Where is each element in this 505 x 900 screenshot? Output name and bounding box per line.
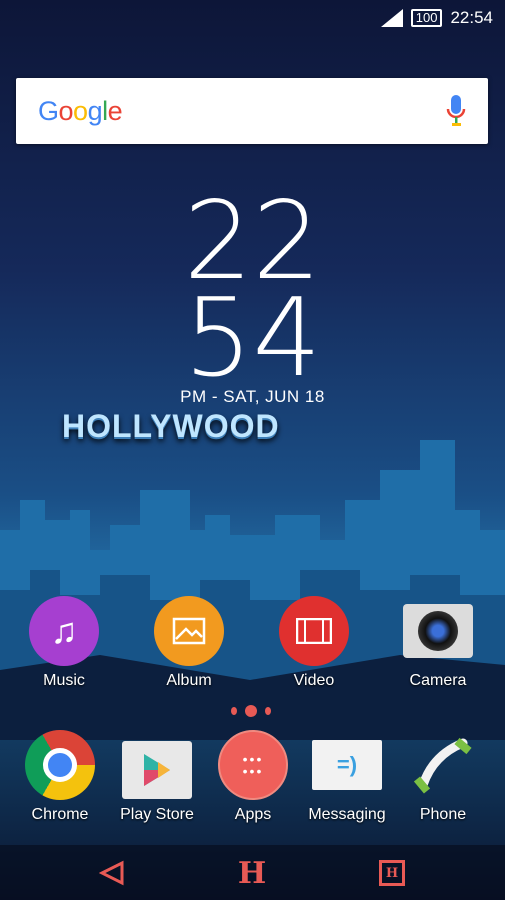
- dock-chrome[interactable]: Chrome: [10, 730, 110, 824]
- video-icon: [279, 596, 349, 666]
- navigation-bar: H H: [0, 845, 505, 900]
- app-label: Chrome: [31, 806, 89, 823]
- app-label: Play Store: [120, 806, 194, 823]
- camera-icon: [403, 596, 473, 666]
- app-album[interactable]: Album: [139, 596, 239, 690]
- recents-button[interactable]: H: [372, 855, 412, 891]
- city-skyline: [0, 440, 505, 740]
- status-time: 22:54: [450, 7, 493, 27]
- back-icon: [99, 860, 124, 886]
- dock-messaging[interactable]: =) Messaging: [297, 730, 397, 824]
- app-label: Apps: [234, 806, 272, 823]
- apps-icon: ••• •••: [218, 730, 288, 800]
- play-store-icon: [122, 730, 192, 800]
- recents-icon: H: [379, 860, 405, 886]
- google-search-bar[interactable]: Google: [16, 78, 488, 144]
- phone-icon: [408, 730, 478, 800]
- app-camera[interactable]: Camera: [388, 596, 488, 690]
- dock-phone[interactable]: Phone: [393, 730, 493, 824]
- mic-icon[interactable]: [446, 95, 466, 127]
- clock-date: PM - SAT, JUN 18: [180, 387, 325, 406]
- dock-play-store[interactable]: Play Store: [107, 730, 207, 824]
- home-button[interactable]: H: [232, 855, 272, 891]
- app-label: Messaging: [308, 806, 386, 823]
- status-bar: 100 22:54: [0, 0, 505, 35]
- messaging-icon: =): [312, 730, 382, 800]
- app-label: Album: [166, 672, 212, 689]
- app-label: Video: [293, 672, 335, 689]
- signal-icon: [380, 8, 403, 27]
- dock-apps[interactable]: ••• ••• Apps: [203, 730, 303, 824]
- app-label: Camera: [409, 672, 467, 689]
- wallpaper-hollywood-text: HOLLYWOOD: [62, 408, 280, 444]
- google-logo: Google: [38, 95, 123, 126]
- album-icon: [154, 596, 224, 666]
- app-label: Music: [43, 672, 85, 689]
- music-icon: ♫: [29, 596, 99, 666]
- app-label: Phone: [419, 806, 467, 823]
- app-video[interactable]: Video: [264, 596, 364, 690]
- app-music[interactable]: ♫ Music: [14, 596, 114, 690]
- page-indicator: [231, 705, 271, 717]
- clock-minutes[interactable]: 54: [0, 285, 505, 393]
- back-button[interactable]: [92, 855, 132, 891]
- battery-icon: 100: [410, 8, 443, 27]
- chrome-icon: [25, 730, 95, 800]
